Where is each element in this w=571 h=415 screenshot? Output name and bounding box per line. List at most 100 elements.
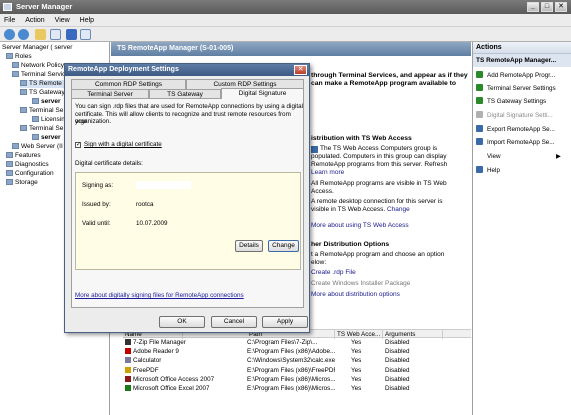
action-view[interactable]: View ▶: [476, 152, 561, 161]
change-certificate-button[interactable]: Change: [268, 240, 299, 252]
ok-button[interactable]: OK: [159, 316, 205, 328]
intro-line-1: through Terminal Services, and appear as…: [311, 72, 468, 79]
signing-as-label: Signing as:: [82, 182, 114, 189]
tree-item-terminal-server-licensing[interactable]: Terminal Se: [20, 107, 63, 115]
action-export-remoteapp[interactable]: Export RemoteApp Se...: [476, 125, 555, 134]
close-button[interactable]: ✕: [555, 2, 567, 12]
tree-item-terminal-server-node[interactable]: server: [32, 134, 61, 142]
table-row[interactable]: FreePDF E:\Program Files (x86)\FreePDF...…: [123, 366, 471, 376]
signature-icon: [476, 111, 483, 118]
cell-path: E:\Program Files (x86)\Adobe...: [247, 348, 335, 356]
action-import-remoteapp[interactable]: Import RemoteApp Se...: [476, 138, 555, 147]
action-help[interactable]: Help: [476, 166, 500, 175]
visible-line-1: All RemoteApp programs are visible in TS…: [311, 180, 447, 187]
tree-item-terminal-services[interactable]: Terminal Servic: [12, 71, 65, 79]
tab-digital-signature[interactable]: Digital Signature: [221, 88, 304, 99]
licensing-icon: [20, 107, 27, 113]
cell-arguments: Disabled: [385, 357, 410, 365]
cell-arguments: Disabled: [385, 385, 410, 392]
table-row[interactable]: Microsoft Office Excel 2007 E:\Program Fi…: [123, 385, 471, 394]
tree-item-licensing[interactable]: Licensin: [32, 116, 65, 124]
cell-arguments: Disabled: [385, 375, 410, 383]
properties-icon[interactable]: [80, 29, 91, 40]
tree-item-configuration[interactable]: Configuration: [6, 170, 54, 178]
ts-remoteapp-icon: [20, 80, 27, 86]
visible-line-2: Access.: [311, 188, 334, 195]
cell-arguments: Disabled: [385, 339, 410, 346]
col-ts-web-access[interactable]: TS Web Acce...: [335, 330, 383, 339]
table-row[interactable]: 7-Zip File Manager C:\Program Files\7-Zip…: [123, 339, 471, 348]
menu-action[interactable]: Action: [21, 14, 48, 27]
actions-subtitle[interactable]: TS RemoteApp Manager...: [473, 54, 571, 67]
action-terminal-server-settings[interactable]: Terminal Server Settings: [476, 84, 556, 93]
tree-item-ts-gateway[interactable]: TS Gateway: [20, 89, 65, 97]
menu-view[interactable]: View: [51, 14, 74, 27]
action-digital-signature-settings[interactable]: Digital Signature Setti...: [476, 111, 553, 120]
tree-item-roles[interactable]: Roles: [6, 53, 32, 61]
tree-item-ts-remoteapp[interactable]: TS Remote: [20, 80, 70, 88]
tree-item-network-policy[interactable]: Network Policy: [12, 62, 64, 70]
table-row[interactable]: Calculator C:\Windows\System32\calc.exe Ye…: [123, 357, 471, 366]
tree-item-gateway-server[interactable]: server: [32, 98, 61, 106]
menu-help[interactable]: Help: [76, 14, 98, 27]
maximize-button[interactable]: □: [541, 2, 553, 12]
more-web-access-link[interactable]: More about using TS Web Access: [311, 222, 409, 229]
table-row[interactable]: Microsoft Office Access 2007 E:\Program F…: [123, 375, 471, 385]
back-icon[interactable]: [4, 29, 15, 40]
tree-item-terminal-server[interactable]: Terminal Se: [20, 125, 63, 133]
program-icon: [125, 357, 131, 364]
sign-checkbox-label[interactable]: Sign with a digital certificate: [84, 141, 162, 149]
cell-name: 7-Zip File Manager: [125, 339, 245, 348]
change-link[interactable]: Change: [387, 206, 410, 213]
description-line-1: You can sign .rdp files that are used fo…: [75, 103, 303, 110]
details-button[interactable]: Details: [235, 240, 263, 252]
show-hide-tree-icon[interactable]: [50, 29, 61, 40]
import-icon: [476, 138, 483, 145]
tree-item-web-server[interactable]: Web Server (II: [12, 143, 63, 151]
cell-arguments: Disabled: [385, 348, 410, 356]
learn-more-link[interactable]: Learn more: [311, 169, 344, 176]
more-distribution-link[interactable]: More about distribution options: [311, 291, 400, 298]
issued-by-label: Issued by:: [82, 201, 111, 208]
cell-ts-web-access: Yes: [351, 339, 362, 346]
server-manager-icon: [3, 3, 12, 11]
up-folder-icon[interactable]: [35, 29, 46, 40]
create-rdp-link[interactable]: Create .rdp File: [311, 269, 356, 276]
cell-path: C:\Windows\System32\calc.exe: [247, 357, 335, 365]
cell-ts-web-access: Yes: [351, 375, 362, 383]
tree-item-server-manager[interactable]: Server Manager ( server: [2, 44, 72, 52]
terminal-services-icon: [12, 71, 19, 77]
add-icon: [476, 71, 483, 78]
dialog-close-button[interactable]: ✕: [294, 65, 307, 75]
action-add-remoteapp[interactable]: Add RemoteApp Progr...: [476, 71, 555, 80]
cancel-button[interactable]: Cancel: [211, 316, 257, 328]
action-ts-gateway-settings[interactable]: TS Gateway Settings: [476, 97, 546, 106]
cell-ts-web-access: Yes: [351, 348, 362, 356]
other-distribution-heading: her Distribution Options: [311, 241, 390, 248]
minimize-button[interactable]: _: [527, 2, 539, 12]
col-arguments[interactable]: Arguments: [383, 330, 443, 339]
web-access-icon: [311, 146, 318, 153]
signing-as-value: [136, 181, 191, 189]
tree-item-features[interactable]: Features: [6, 152, 41, 160]
create-msi-link[interactable]: Create Windows Installer Package: [311, 280, 410, 287]
tab-common-rdp-settings[interactable]: Common RDP Settings: [71, 79, 186, 89]
certificate-details-box: Signing as: Issued by: rootca Valid unti…: [75, 172, 301, 270]
dialog-title: RemoteApp Deployment Settings: [65, 64, 309, 76]
table-row[interactable]: Adobe Reader 9 E:\Program Files (x86)\Ado…: [123, 348, 471, 357]
cell-path: E:\Program Files (x86)\Micros...: [247, 385, 335, 392]
tree-item-storage[interactable]: Storage: [6, 179, 38, 187]
help-icon[interactable]: [66, 29, 77, 40]
server-icon: [32, 98, 39, 104]
apply-button[interactable]: Apply: [262, 316, 308, 328]
sign-checkbox[interactable]: ✓: [75, 142, 81, 148]
licensing-node-icon: [32, 116, 39, 122]
more-digital-signing-link[interactable]: More about digitally signing files for R…: [75, 292, 244, 300]
center-header: TS RemoteApp Manager (S-01-005): [111, 42, 471, 56]
menu-file[interactable]: File: [0, 14, 19, 27]
cell-name: Microsoft Office Access 2007: [125, 375, 245, 385]
forward-icon[interactable]: [18, 29, 29, 40]
tree-item-diagnostics[interactable]: Diagnostics: [6, 161, 49, 169]
menu-bar: File Action View Help: [0, 14, 571, 27]
certificate-details-label: Digital certificate details:: [75, 160, 143, 167]
